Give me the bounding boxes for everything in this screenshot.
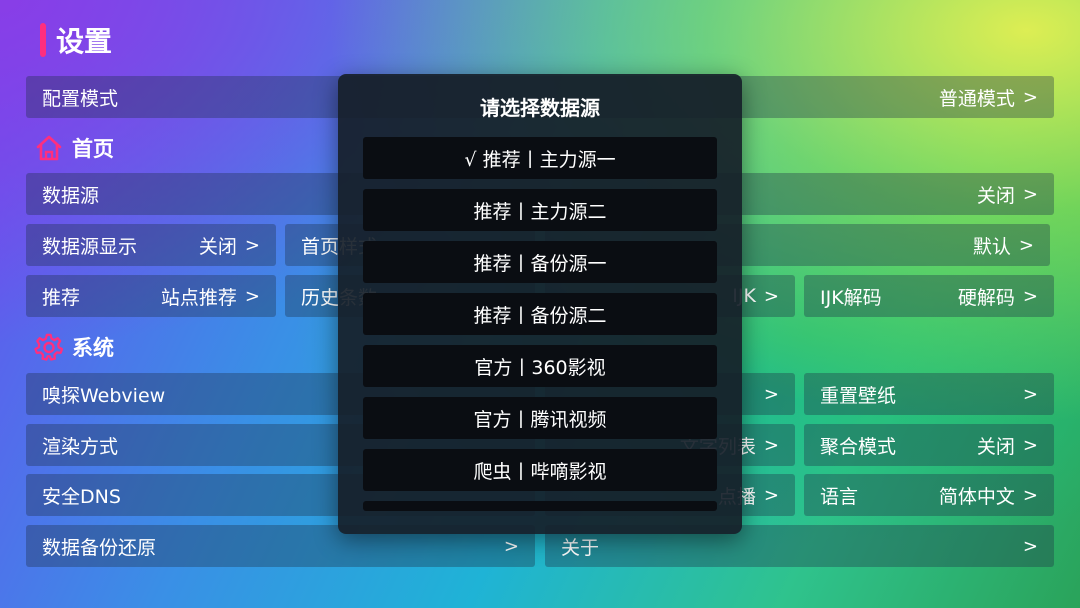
chevron-right-icon: >	[763, 383, 779, 405]
reset-wallpaper-label: 重置壁纸	[820, 384, 897, 407]
about-label: 关于	[561, 536, 600, 559]
source-option[interactable]: 官方丨腾讯视频	[363, 397, 717, 439]
reset-wallpaper-row[interactable]: 重置壁纸 >	[804, 373, 1054, 415]
language-value: 简体中文	[938, 485, 1015, 508]
data-source-display-label: 数据源显示	[42, 235, 138, 258]
aggregate-mode-label: 聚合模式	[820, 435, 897, 458]
aggregate-mode-row[interactable]: 聚合模式 关闭 >	[804, 424, 1054, 466]
render-mode-label: 渲染方式	[42, 435, 119, 458]
recommend-value: 站点推荐	[160, 286, 237, 309]
section-system: 系统	[34, 331, 114, 363]
source-option[interactable]: 爬虫丨哔嘀影视	[363, 449, 717, 491]
sniff-webview-label: 嗅探Webview	[42, 384, 166, 407]
recommend-row[interactable]: 推荐 站点推荐 >	[26, 275, 276, 317]
source-option[interactable]: 推荐丨主力源二	[363, 189, 717, 231]
config-mode-value: 普通模式	[938, 87, 1015, 110]
chevron-right-icon: >	[503, 535, 519, 557]
chevron-right-icon: >	[763, 484, 779, 506]
chevron-right-icon: >	[763, 434, 779, 456]
ijk-decode-row[interactable]: IJK解码 硬解码 >	[804, 275, 1054, 317]
chevron-right-icon: >	[1018, 234, 1034, 256]
source-option[interactable]: 官方丨360影视	[363, 345, 717, 387]
ijk-decode-value: 硬解码	[957, 286, 1015, 309]
source-option[interactable]: √ 推荐丨主力源一	[363, 137, 717, 179]
chevron-right-icon: >	[1022, 183, 1038, 205]
chevron-right-icon: >	[1022, 383, 1038, 405]
ijk-decode-label: IJK解码	[820, 286, 882, 309]
chevron-right-icon: >	[244, 285, 260, 307]
chevron-right-icon: >	[763, 285, 779, 307]
recommend-label: 推荐	[42, 286, 81, 309]
dialog-title: 请选择数据源	[480, 96, 600, 120]
chevron-right-icon: >	[1022, 86, 1038, 108]
source-option-partial[interactable]	[363, 501, 717, 511]
secure-dns-label: 安全DNS	[42, 485, 121, 508]
section-home: 首页	[34, 132, 114, 164]
page-title-text: 设置	[56, 25, 113, 58]
chevron-right-icon: >	[1022, 285, 1038, 307]
gear-icon	[34, 333, 64, 361]
title-accent-bar	[40, 23, 46, 57]
section-system-label: 系统	[72, 336, 114, 360]
backup-restore-label: 数据备份还原	[42, 536, 157, 559]
language-row[interactable]: 语言 简体中文 >	[804, 474, 1054, 516]
section-home-label: 首页	[72, 137, 114, 161]
language-label: 语言	[820, 485, 859, 508]
data-source-display-row[interactable]: 数据源显示 关闭 >	[26, 224, 276, 266]
data-source-label: 数据源	[42, 184, 100, 207]
home-icon	[36, 135, 62, 161]
source-option[interactable]: 推荐丨备份源一	[363, 241, 717, 283]
chevron-right-icon: >	[244, 234, 260, 256]
source-option[interactable]: 推荐丨备份源二	[363, 293, 717, 335]
chevron-right-icon: >	[1022, 535, 1038, 557]
chevron-right-icon: >	[1022, 434, 1038, 456]
data-source-display-value: 关闭	[198, 235, 237, 258]
data-source-dialog: 请选择数据源 √ 推荐丨主力源一 推荐丨主力源二 推荐丨备份源一 推荐丨备份源二…	[338, 74, 742, 534]
aggregate-mode-value: 关闭	[976, 435, 1015, 458]
page-title: 设置	[40, 22, 112, 58]
config-mode-label: 配置模式	[42, 87, 119, 110]
chevron-right-icon: >	[1022, 484, 1038, 506]
row2-right-value: 关闭	[976, 184, 1015, 207]
screen-scale-value: 默认	[972, 235, 1011, 258]
